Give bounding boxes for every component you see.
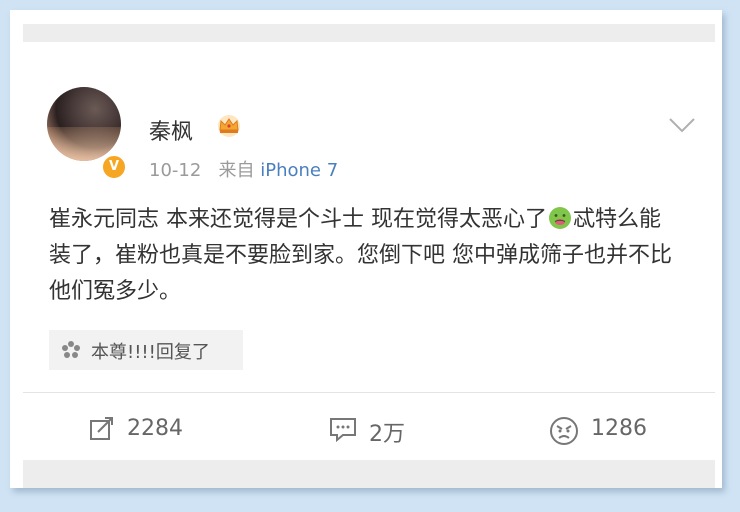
author-reply-tag[interactable]: 本尊!!!!回复了 [49, 330, 243, 370]
username[interactable]: 秦枫 [149, 114, 193, 146]
post-date: 10-12 [149, 160, 202, 181]
avatar[interactable] [47, 87, 121, 161]
nauseated-face-emoji [549, 207, 571, 229]
flower-icon [62, 341, 80, 358]
source-prefix: 来自 [218, 160, 255, 181]
post-content: 崔永元同志 本来还觉得是个斗士 现在觉得太恶心了 忒特么能装了，崔粉也真是不要脸… [49, 202, 679, 310]
like-count: 1286 [591, 416, 647, 441]
verified-badge-icon: V [101, 154, 127, 180]
divider [23, 392, 715, 393]
weibo-post-card: V 秦枫 10-12 来自 iPhone 7 崔永元同志 本来还觉得是个斗士 现… [23, 24, 715, 488]
repost-icon [90, 417, 113, 440]
like-button[interactable]: 1286 [549, 414, 659, 445]
chevron-down-icon[interactable] [668, 116, 696, 134]
post-meta: 10-12 来自 iPhone 7 [149, 156, 338, 182]
bottom-separator [23, 460, 715, 488]
post-text-part1: 崔永元同志 本来还觉得是个斗士 现在觉得太恶心了 [49, 207, 547, 232]
reply-text: 本尊!!!!回复了 [91, 342, 210, 363]
repost-count: 2284 [127, 416, 183, 441]
comment-count: 2万 [369, 422, 405, 447]
source-link[interactable]: iPhone 7 [260, 160, 338, 181]
repost-button[interactable]: 2284 [89, 414, 209, 444]
angry-face-icon [550, 417, 578, 445]
comment-icon [330, 418, 356, 442]
crown-badge-icon [218, 115, 240, 137]
comment-button[interactable]: 2万 [329, 414, 429, 447]
